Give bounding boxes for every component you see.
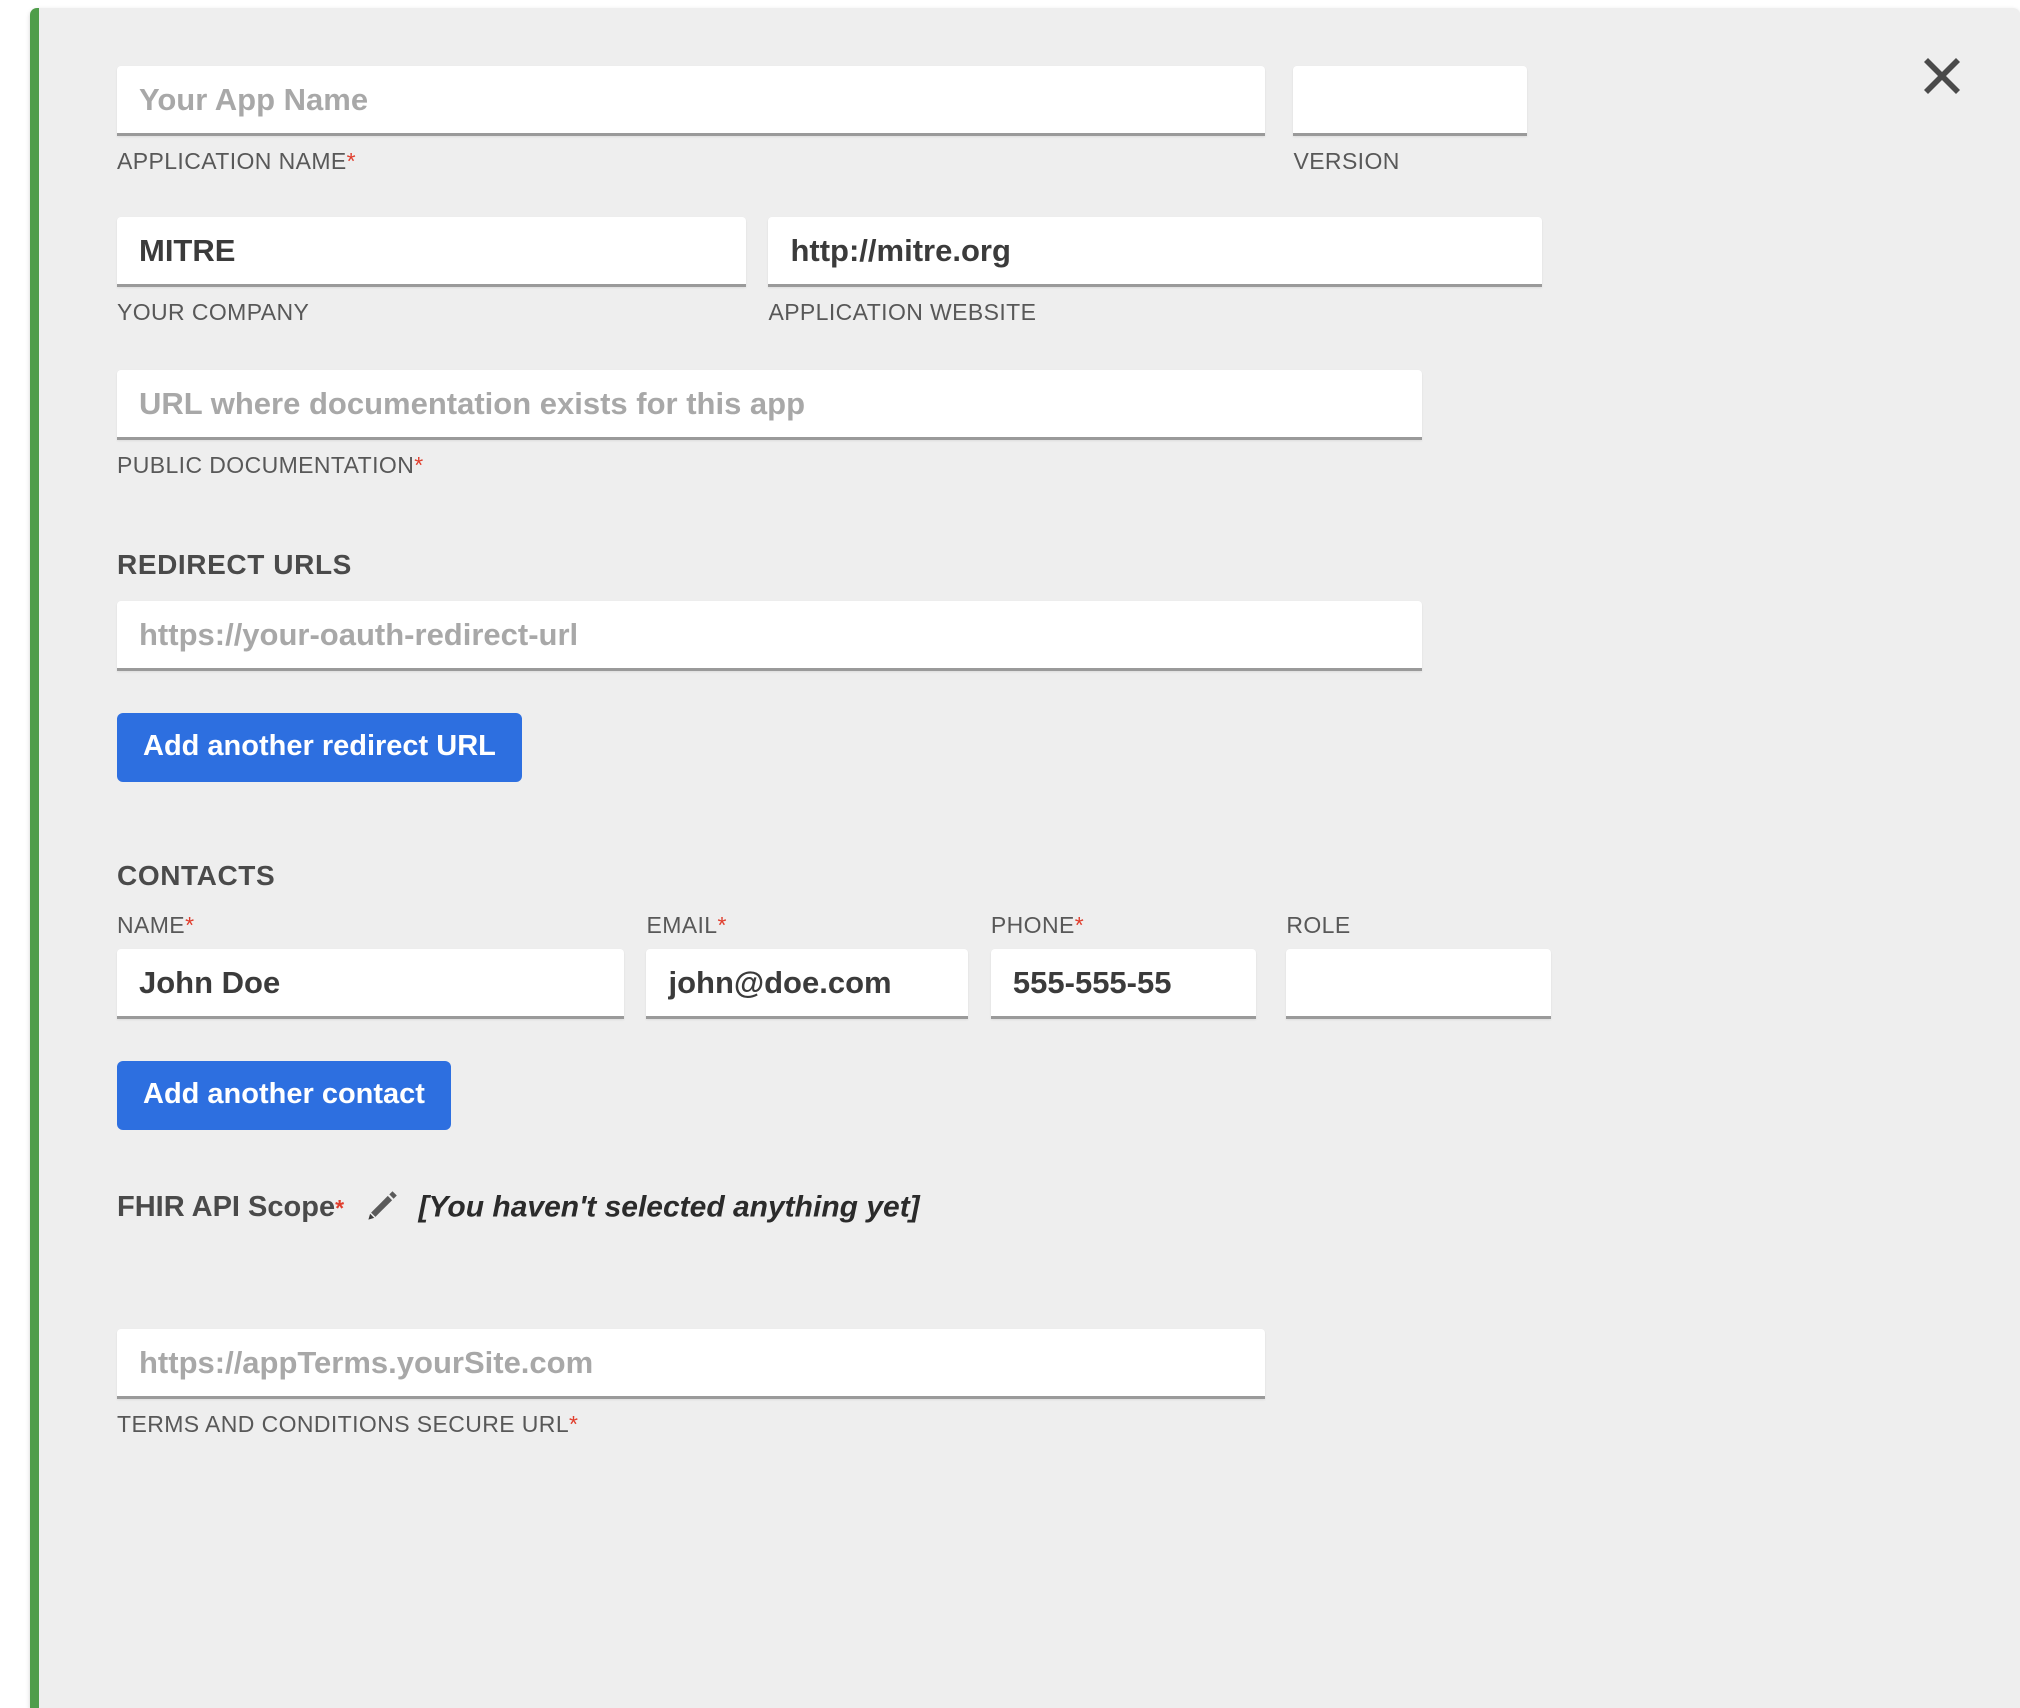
application-name-required-marker: * (346, 148, 356, 174)
contact-name-label-text: NAME (117, 912, 186, 938)
contact-column-email: EMAIL* (646, 912, 969, 1019)
contact-email-label-text: EMAIL (646, 912, 718, 938)
contact-column-role: ROLE (1286, 912, 1552, 1019)
version-input[interactable] (1293, 66, 1528, 136)
contact-name-input[interactable] (117, 949, 624, 1019)
application-name-label: APPLICATION NAME* (117, 148, 1265, 175)
contact-email-required-marker: * (717, 912, 727, 938)
contact-phone-required-marker: * (1074, 912, 1085, 938)
fhir-api-scope-required-marker: * (335, 1195, 345, 1221)
terms-and-conditions-input[interactable] (117, 1329, 1265, 1399)
field-your-company: YOUR COMPANY (117, 217, 746, 326)
add-another-contact-button[interactable]: Add another contact (117, 1061, 451, 1130)
field-application-name: APPLICATION NAME* (117, 66, 1265, 175)
terms-and-conditions-label-text: TERMS AND CONDITIONS SECURE URL (117, 1411, 570, 1437)
field-redirect-url (117, 601, 1422, 671)
pencil-icon-glyph (368, 1191, 397, 1220)
your-company-label: YOUR COMPANY (117, 299, 746, 326)
application-website-label: APPLICATION WEBSITE (768, 299, 1542, 326)
fhir-api-scope-value: [You haven't selected anything yet] (418, 1190, 920, 1224)
field-version: VERSION (1293, 66, 1528, 175)
redirect-urls-heading: REDIRECT URLS (117, 549, 352, 580)
terms-and-conditions-required-marker: * (569, 1411, 579, 1437)
screenshot-root: APPLICATION NAME* VERSION YOUR COMPANY (0, 0, 2020, 1708)
your-company-label-text: YOUR COMPANY (117, 299, 310, 325)
add-another-redirect-url-button[interactable]: Add another redirect URL (117, 713, 522, 782)
contacts-heading: CONTACTS (117, 860, 276, 891)
row-app-name-version: APPLICATION NAME* VERSION (117, 66, 2020, 175)
version-label-text: VERSION (1293, 148, 1400, 174)
registration-form: APPLICATION NAME* VERSION YOUR COMPANY (39, 8, 2020, 1438)
application-website-label-text: APPLICATION WEBSITE (768, 299, 1037, 325)
version-label: VERSION (1293, 148, 1527, 175)
application-website-input[interactable] (768, 217, 1543, 287)
row-public-documentation: PUBLIC DOCUMENTATION* (117, 370, 2020, 479)
your-company-input[interactable] (117, 217, 746, 287)
contact-role-label-text: ROLE (1286, 912, 1351, 938)
public-documentation-label-text: PUBLIC DOCUMENTATION (117, 452, 415, 478)
pencil-icon[interactable] (366, 1188, 400, 1227)
fhir-api-scope-label-text: FHIR API Scope (117, 1191, 336, 1223)
app-registration-modal: APPLICATION NAME* VERSION YOUR COMPANY (30, 8, 2020, 1708)
public-documentation-input[interactable] (117, 370, 1422, 440)
fhir-api-scope-row: FHIR API Scope* [You haven't selected an… (117, 1188, 2020, 1227)
public-documentation-label: PUBLIC DOCUMENTATION* (117, 452, 1422, 479)
redirect-url-input[interactable] (117, 601, 1422, 671)
contacts-grid: NAME* EMAIL* PHONE* (117, 912, 2020, 1019)
contact-role-input[interactable] (1286, 949, 1552, 1019)
contact-column-name: NAME* (117, 912, 624, 1019)
terms-and-conditions-label: TERMS AND CONDITIONS SECURE URL* (117, 1411, 1265, 1438)
field-terms-and-conditions: TERMS AND CONDITIONS SECURE URL* (117, 1329, 1265, 1438)
public-documentation-required-marker: * (414, 452, 424, 478)
contact-role-label: ROLE (1286, 912, 1551, 939)
field-application-website: APPLICATION WEBSITE (768, 217, 1543, 326)
contact-column-phone: PHONE* (990, 912, 1256, 1019)
contact-phone-input[interactable] (990, 949, 1256, 1019)
application-name-input[interactable] (117, 66, 1265, 136)
contact-name-required-marker: * (185, 912, 195, 938)
contact-email-label: EMAIL* (646, 912, 968, 939)
contact-email-input[interactable] (646, 949, 969, 1019)
contact-phone-label-text: PHONE (990, 912, 1075, 938)
field-public-documentation: PUBLIC DOCUMENTATION* (117, 370, 1422, 479)
row-company-website: YOUR COMPANY APPLICATION WEBSITE (117, 217, 2020, 326)
contact-name-label: NAME* (117, 912, 624, 939)
application-name-label-text: APPLICATION NAME (117, 148, 347, 174)
fhir-api-scope-label: FHIR API Scope* (117, 1191, 352, 1223)
contact-phone-label: PHONE* (991, 912, 1256, 939)
